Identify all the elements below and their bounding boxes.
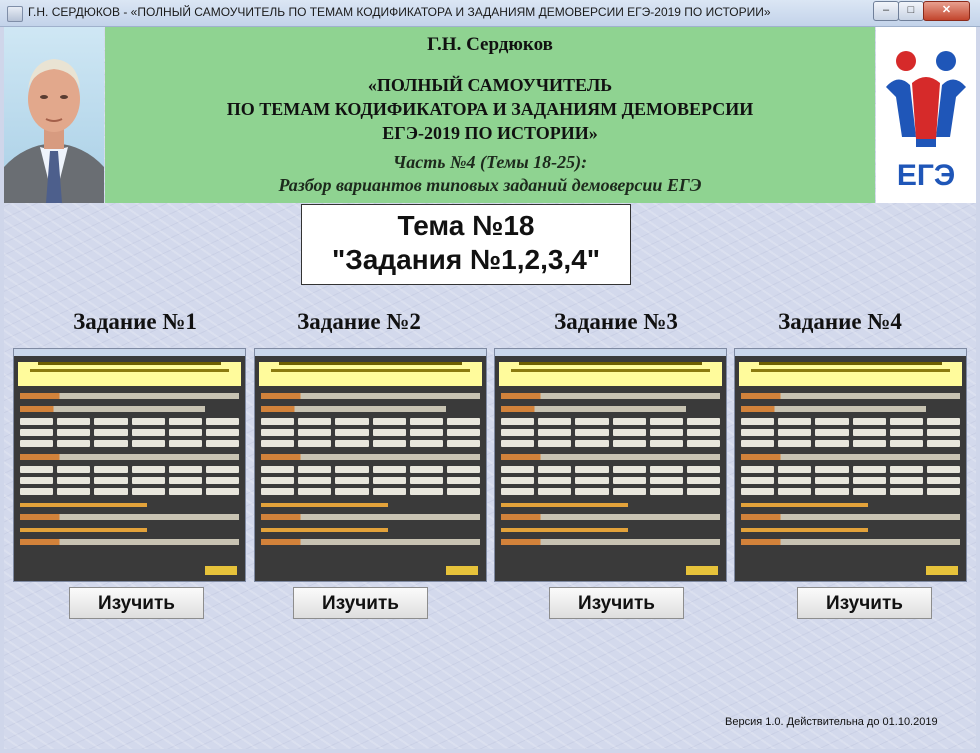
minimize-button[interactable]: – — [873, 1, 899, 21]
task-3-study-button[interactable]: Изучить — [549, 587, 684, 619]
ege-logo: ЕГЭ — [876, 27, 976, 203]
task-1-title: Задание №1 — [73, 309, 197, 334]
maximize-button[interactable]: □ — [898, 1, 924, 21]
task-4-title: Задание №4 — [778, 309, 902, 334]
title-bar: Г.Н. СЕРДЮКОВ - «ПОЛНЫЙ САМОУЧИТЕЛЬ ПО Т… — [0, 0, 980, 27]
task-2-thumbnail — [254, 348, 487, 582]
close-button[interactable]: ✕ — [923, 1, 970, 21]
window-title: Г.Н. СЕРДЮКОВ - «ПОЛНЫЙ САМОУЧИТЕЛЬ ПО Т… — [28, 5, 771, 19]
task-4-study-button[interactable]: Изучить — [797, 587, 932, 619]
theme-number: Тема №18 — [397, 210, 535, 241]
part-subtitle: Часть №4 (Темы 18-25): Разбор вариантов … — [278, 152, 702, 195]
task-2-study-button[interactable]: Изучить — [293, 587, 428, 619]
theme-tasks: "Задания №1,2,3,4" — [331, 244, 601, 275]
version-label: Версия 1.0. Действительна до 01.10.2019 — [725, 716, 938, 728]
task-3-title: Задание №3 — [554, 309, 678, 334]
author-name: Г.Н. Сердюков — [427, 34, 553, 55]
client-area: Г.Н. Сердюков «ПОЛНЫЙ САМОУЧИТЕЛЬ ПО ТЕМ… — [4, 27, 976, 749]
task-1-study-button[interactable]: Изучить — [69, 587, 204, 619]
task-4-thumbnail — [734, 348, 967, 582]
task-2-title: Задание №2 — [297, 309, 421, 334]
header-banner: Г.Н. Сердюков «ПОЛНЫЙ САМОУЧИТЕЛЬ ПО ТЕМ… — [105, 27, 875, 203]
book-title: «ПОЛНЫЙ САМОУЧИТЕЛЬ ПО ТЕМАМ КОДИФИКАТОР… — [226, 75, 754, 143]
app-icon — [7, 6, 23, 22]
task-1-thumbnail — [13, 348, 246, 582]
author-photo — [4, 27, 104, 203]
theme-box: Тема №18 "Задания №1,2,3,4" — [301, 204, 631, 285]
task-3-thumbnail — [494, 348, 727, 582]
ege-logo-text: ЕГЭ — [897, 159, 955, 192]
